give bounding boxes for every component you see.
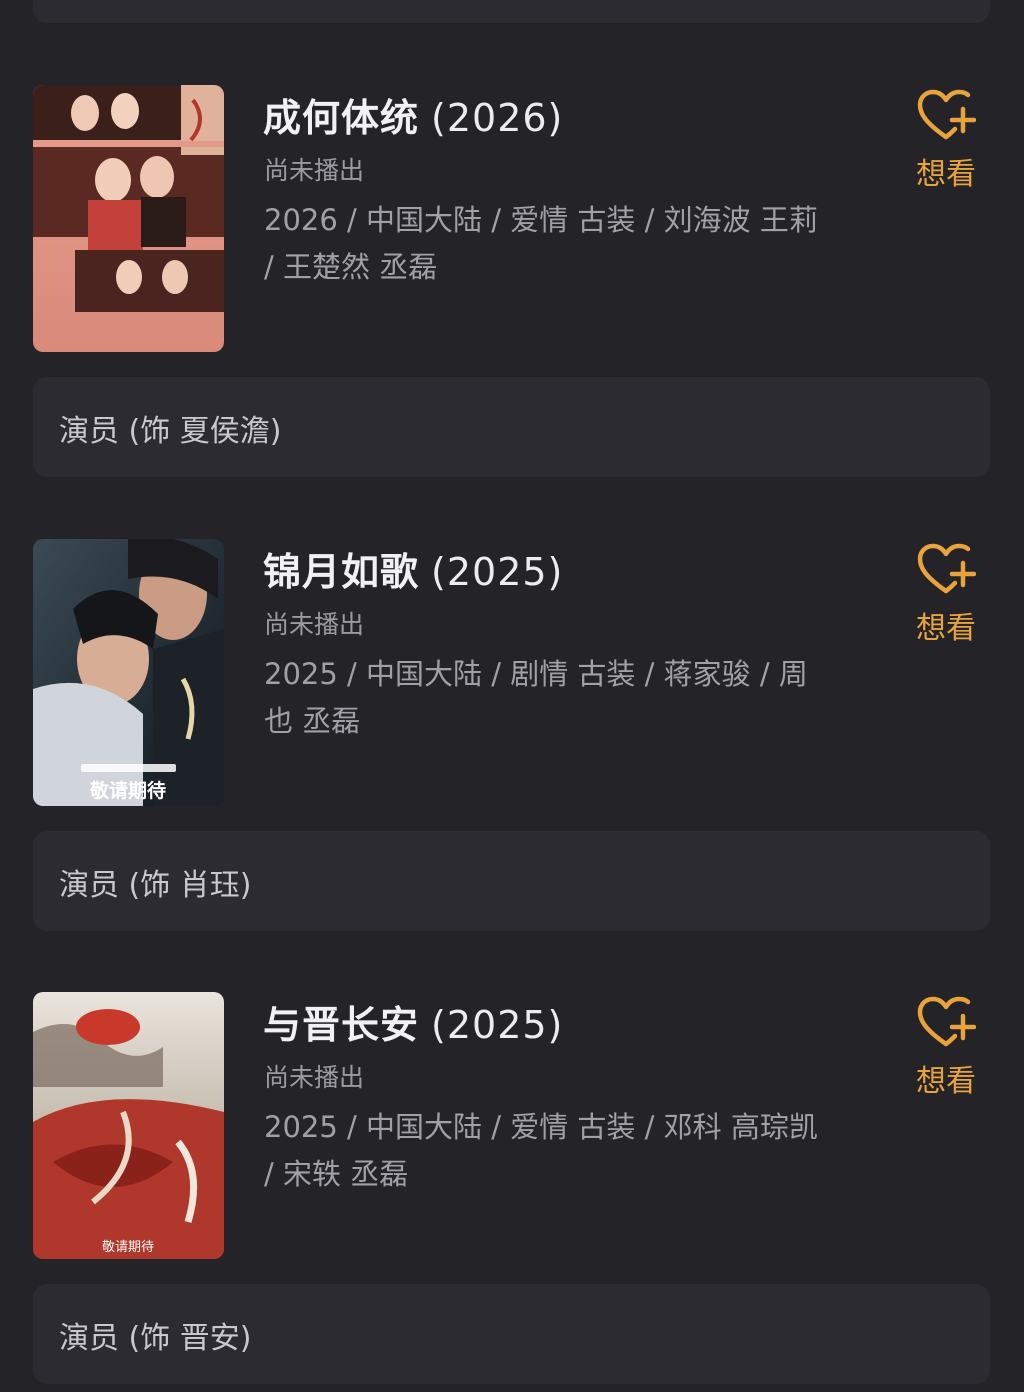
role-card[interactable]: 演员 (饰 晋安) — [33, 1284, 990, 1384]
role-text: 演员 (饰 夏侯澹) — [59, 414, 282, 449]
want-to-watch-button[interactable]: 想看 — [900, 994, 992, 1100]
heart-plus-icon — [917, 543, 976, 594]
release-status: 尚未播出 — [264, 156, 365, 185]
movie-meta: 2026 / 中国大陆 / 爱情 古装 / 刘海波 王莉 / 王楚然 丞磊 — [264, 203, 818, 284]
movie-meta: 2025 / 中国大陆 / 剧情 古装 / 蒋家骏 / 周也 丞磊 — [264, 657, 808, 738]
role-text: 演员 (饰 肖珏) — [59, 868, 252, 903]
movie-title[interactable]: 成何体统 (2026) — [263, 87, 563, 142]
movie-poster[interactable]: 敬请期待 — [33, 539, 224, 806]
role-card[interactable]: 演员 (饰 肖珏) — [33, 831, 990, 931]
svg-text:敬请期待: 敬请期待 — [89, 779, 166, 802]
svg-text:敬请期待: 敬请期待 — [102, 1239, 154, 1255]
role-text: 演员 (饰 晋安) — [59, 1321, 252, 1356]
movie-item[interactable]: 敬请期待 锦月如歌 (2025) 尚未播出 2025 / 中国大陆 / 剧情 古装… — [0, 539, 1024, 939]
movie-poster[interactable]: 敬请期待 — [33, 992, 224, 1259]
release-status: 尚未播出 — [264, 610, 365, 639]
role-card[interactable]: 演员 (饰 夏侯澹) — [33, 377, 990, 477]
movie-poster[interactable] — [33, 85, 224, 352]
heart-plus-icon — [917, 89, 976, 140]
want-to-watch-button[interactable]: 想看 — [900, 87, 992, 193]
movie-item[interactable]: 敬请期待 与晋长安 (2025) 尚未播出 2025 / 中国大陆 / 爱情 古装… — [0, 992, 1024, 1392]
heart-plus-icon — [917, 996, 976, 1047]
movie-title[interactable]: 与晋长安 (2025) — [263, 994, 563, 1049]
want-to-watch-button[interactable]: 想看 — [900, 541, 992, 647]
movie-title[interactable]: 锦月如歌 (2025) — [263, 541, 563, 596]
movie-item[interactable]: 成何体统 (2026) 尚未播出 2026 / 中国大陆 / 爱情 古装 / 刘海… — [0, 85, 1024, 485]
previous-role-card — [33, 0, 990, 23]
movie-meta: 2025 / 中国大陆 / 爱情 古装 / 邓科 高琮凯 / 宋轶 丞磊 — [264, 1110, 818, 1191]
release-status: 尚未播出 — [264, 1063, 365, 1092]
